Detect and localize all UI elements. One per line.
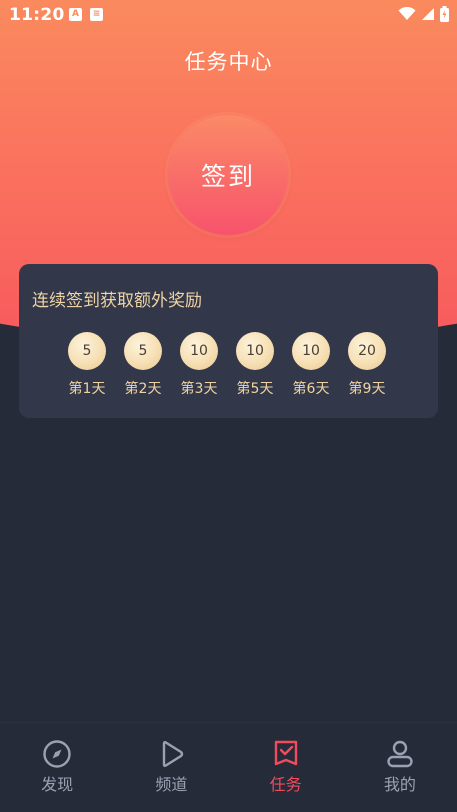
book-icon: ≡	[90, 8, 103, 21]
status-right-icons	[398, 6, 449, 22]
reward-item: 10 第5天	[236, 332, 274, 398]
play-icon	[163, 741, 184, 767]
reward-day-label: 第3天	[180, 381, 218, 397]
task-icon	[274, 740, 297, 766]
reward-day-label: 第6天	[292, 381, 330, 397]
reward-item: 5 第1天	[68, 332, 106, 398]
battery-icon	[440, 6, 449, 22]
nav-label: 任务	[269, 775, 302, 794]
reward-list: 5 第1天 5 第2天 10 第3天 10 第5天 10 第6天 20 第9天	[68, 332, 386, 398]
user-icon	[387, 740, 413, 768]
reward-item: 10 第3天	[180, 332, 218, 398]
nav-item-task[interactable]: 任务	[229, 723, 343, 812]
checkin-ring: 签到	[165, 112, 291, 238]
nav-item-mine[interactable]: 我的	[343, 723, 457, 812]
reward-coin: 20	[348, 332, 386, 370]
reward-coin: 5	[124, 332, 162, 370]
checkin-button[interactable]: 签到	[168, 115, 288, 235]
nav-item-discover[interactable]: 发现	[0, 723, 114, 812]
reward-card-title: 连续签到获取额外奖励	[32, 291, 202, 311]
a-icon: A	[69, 8, 82, 21]
status-time: 11:20	[9, 5, 65, 25]
status-bar: 11:20 A ≡	[0, 0, 457, 32]
reward-coin: 10	[236, 332, 274, 370]
reward-coin: 5	[68, 332, 106, 370]
nav-label: 我的	[383, 775, 416, 794]
page-title: 任务中心	[184, 50, 273, 74]
reward-day-label: 第9天	[348, 381, 386, 397]
status-left-icons: A ≡	[69, 8, 103, 21]
reward-day-label: 第1天	[68, 381, 106, 397]
nav-item-channel[interactable]: 频道	[114, 723, 228, 812]
reward-item: 20 第9天	[348, 332, 386, 398]
reward-coin: 10	[292, 332, 330, 370]
nav-label: 频道	[155, 775, 188, 794]
compass-icon	[43, 740, 71, 768]
reward-card: 连续签到获取额外奖励 5 第1天 5 第2天 10 第3天 10 第5天 10 …	[19, 264, 438, 418]
bottom-nav: 发现 频道 任务 我的	[0, 722, 457, 812]
reward-item: 10 第6天	[292, 332, 330, 398]
wifi-icon	[398, 7, 416, 20]
reward-day-label: 第2天	[124, 381, 162, 397]
reward-item: 5 第2天	[124, 332, 162, 398]
task-center-screen: 11:20 A ≡ 任务中心 签到 连续签到获取额外奖励 5 第1天 5 第2天…	[0, 0, 457, 812]
reward-coin: 10	[180, 332, 218, 370]
reward-day-label: 第5天	[236, 381, 274, 397]
nav-label: 发现	[41, 775, 74, 794]
signal-icon	[422, 8, 434, 20]
